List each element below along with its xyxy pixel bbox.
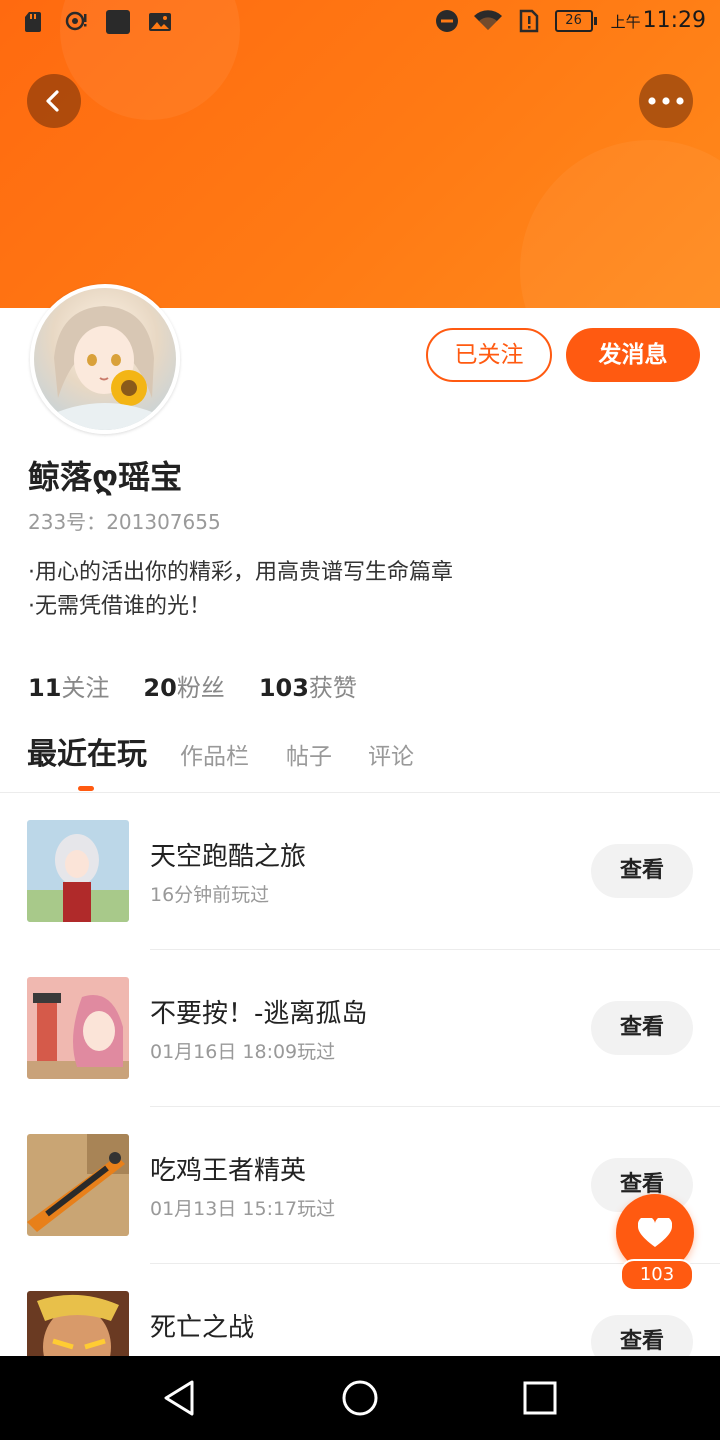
game-thumbnail-art [27,977,129,1079]
sync-icon [65,11,87,31]
list-item[interactable]: 吃鸡王者精英 01月13日 15:17玩过 查看 [0,1134,720,1291]
sd-card-icon [25,12,41,32]
bio: ·用心的活出你的精彩，用高贵谱写生命篇章 ·无需凭借谁的光！ [28,556,453,624]
alert-icon [519,9,538,32]
username: 鲸落ღ瑶宝 [28,458,183,496]
profile-stats: 11关注 20粉丝 103获赞 [28,668,357,703]
divider [150,949,720,950]
divider [150,1106,720,1107]
avatar-illustration [44,306,166,430]
profile-tabs: 最近在玩 作品栏 帖子 评论 [0,732,720,793]
active-tab-indicator [78,786,94,791]
wifi-icon [473,9,502,30]
stat-label: 关注 [61,674,110,702]
heart-icon [638,1218,672,1247]
image-icon [149,13,171,31]
status-bar-notifications [22,10,172,34]
clock-time: 11:29 [642,8,706,33]
game-thumbnail-art [27,820,129,922]
stat-likes[interactable]: 103获赞 [259,668,357,703]
game-name: 吃鸡王者精英 [150,1156,307,1186]
home-circle-icon[interactable] [338,1376,382,1420]
banner-decoration [520,140,720,308]
more-dots-icon [648,97,684,105]
stat-value: 20 [143,674,177,702]
chevron-left-icon [46,90,59,112]
back-triangle-icon[interactable] [158,1376,202,1420]
game-thumbnail [27,1134,129,1236]
followed-button[interactable]: 已关注 [426,328,552,382]
stat-value: 103 [258,674,309,702]
clock: 上午11:29 [611,8,706,33]
back-button[interactable] [27,74,81,128]
send-message-button[interactable]: 发消息 [566,328,700,382]
list-item[interactable]: 不要按！-逃离孤岛 01月16日 18:09玩过 查看 [0,977,720,1134]
recents-square-icon[interactable] [518,1376,562,1420]
user-id-value: 201307655 [106,510,221,534]
user-id: 233号：201307655 [28,506,221,535]
battery-icon: 26 [554,9,597,32]
view-button[interactable]: 查看 [591,844,693,898]
game-played-time: 01月13日 15:17玩过 [150,1198,336,1220]
list-item[interactable]: 天空跑酷之旅 16分钟前玩过 查看 [0,820,720,977]
dnd-icon [435,9,458,32]
status-bar-system: 26 上午11:29 [435,8,706,33]
battery-cap [593,16,597,25]
tab-works[interactable]: 作品栏 [180,734,249,780]
user-id-label: 233号： [28,510,107,534]
tab-recently-played[interactable]: 最近在玩 [27,732,147,778]
system-navigation-bar [0,1356,720,1440]
game-thumbnail-art [27,1134,129,1236]
view-button[interactable]: 查看 [591,1001,693,1055]
avatar[interactable] [30,284,180,434]
tab-posts[interactable]: 帖子 [286,734,332,780]
stat-label: 粉丝 [176,674,225,702]
game-thumbnail [27,820,129,922]
game-name: 天空跑酷之旅 [150,842,307,872]
stat-label: 获赞 [308,674,357,702]
stat-following[interactable]: 11关注 [28,668,109,703]
clock-prefix: 上午 [610,13,641,31]
game-name: 不要按！-逃离孤岛 [150,999,368,1029]
game-played-time: 01月16日 18:09玩过 [150,1041,336,1063]
bio-line: ·用心的活出你的精彩，用高贵谱写生命篇章 [28,560,453,585]
game-played-time: 16分钟前玩过 [150,884,270,906]
stat-value: 11 [28,674,62,702]
like-count-badge: 103 [620,1259,694,1291]
game-name: 死亡之战 [150,1313,255,1343]
bio-line: ·无需凭借谁的光！ [28,594,211,619]
battery-level: 26 [554,9,593,32]
more-button[interactable] [639,74,693,128]
status-bar: 26 上午11:29 [0,0,720,48]
stat-fans[interactable]: 20粉丝 [143,668,224,703]
tab-comments[interactable]: 评论 [368,734,414,780]
app-icon [106,10,130,34]
game-thumbnail [27,977,129,1079]
